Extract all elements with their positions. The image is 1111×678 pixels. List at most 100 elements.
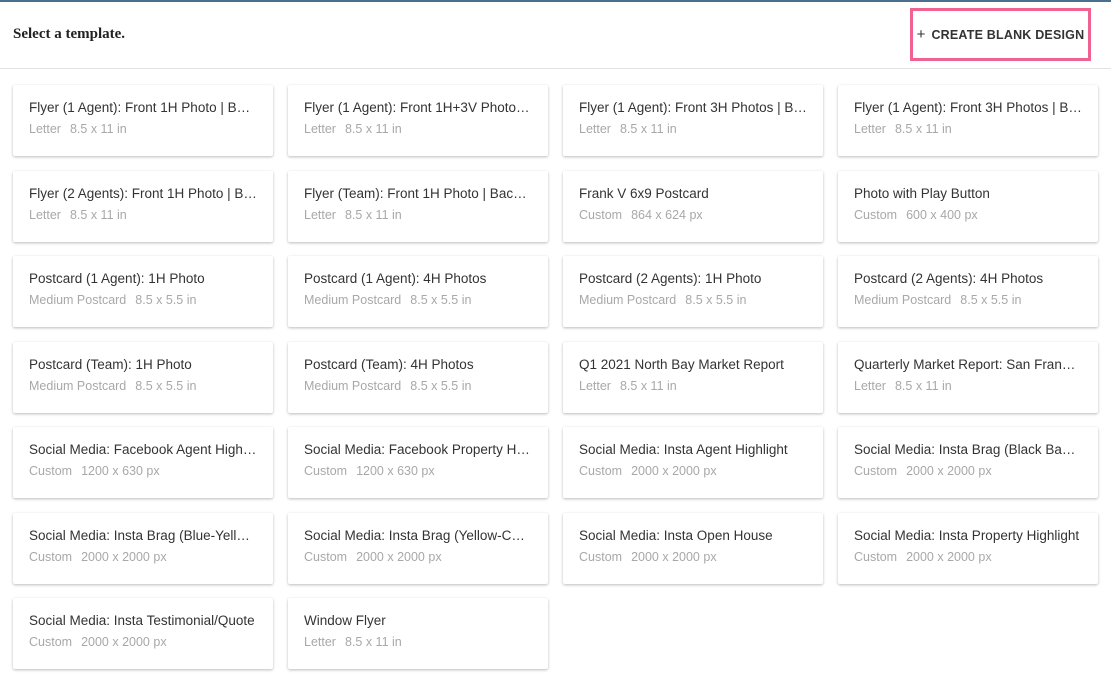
template-card[interactable]: Window Flyer Letter 8.5 x 11 in [288,598,548,669]
template-meta: Letter 8.5 x 11 in [304,635,532,650]
page-header: Select a template. + CREATE BLANK DESIGN [0,2,1111,69]
template-meta: Medium Postcard 8.5 x 5.5 in [304,293,532,308]
template-meta: Medium Postcard 8.5 x 5.5 in [304,379,532,394]
template-type: Custom [29,549,73,564]
template-card[interactable]: Social Media: Insta Open House Custom 2000… [563,512,823,584]
template-meta: Medium Postcard 8.5 x 5.5 in [579,293,807,308]
template-size: 2000 x 2000 px [631,549,717,564]
template-card[interactable]: Flyer (1 Agent): Front 3H Photos | Back L… [563,85,823,156]
template-size: 8.5 x 11 in [344,207,402,222]
template-type: Letter [304,207,336,222]
template-meta: Medium Postcard 8.5 x 5.5 in [854,293,1082,308]
template-card[interactable]: Postcard (2 Agents): 1H Photo Medium Post… [563,256,823,327]
template-size: 8.5 x 11 in [69,122,127,136]
template-type: Custom [304,549,348,564]
template-title: Social Media: Insta Open House [579,527,773,543]
template-meta: Letter 8.5 x 11 in [579,122,807,137]
template-title: Social Media: Insta Brag (Black Backgrou… [854,442,1082,457]
template-title: Flyer (1 Agent): Front 1H+3V Photos | Ba… [304,100,532,115]
template-title: Flyer (Team): Front 1H Photo | Back 1H P… [304,185,532,201]
plus-icon: + [916,25,926,43]
template-card[interactable]: Postcard (Team): 4H Photos Medium Postcar… [288,341,548,413]
template-type: Custom [579,464,623,478]
template-meta: Letter 8.5 x 11 in [854,379,1082,394]
template-meta: Medium Postcard 8.5 x 5.5 in [29,293,257,308]
template-title: Postcard (1 Agent): 1H Photo [29,271,205,286]
template-title: Flyer (2 Agents): Front 1H Photo | Back [29,185,257,201]
template-card[interactable]: Social Media: Facebook Agent Highlight Cu… [13,427,273,498]
template-card[interactable]: Social Media: Insta Testimonial/Quote Cus… [13,598,273,669]
create-blank-design-button[interactable]: + CREATE BLANK DESIGN [910,8,1091,61]
template-title: Social Media: Facebook Agent Highlight [29,442,257,457]
template-type: Letter [29,122,61,136]
template-card[interactable]: Flyer (1 Agent): Front 3H Photos | Back … [838,85,1098,156]
template-meta: Letter 8.5 x 11 in [304,122,532,137]
create-blank-design-label: CREATE BLANK DESIGN [931,27,1085,42]
template-meta: Custom 2000 x 2000 px [29,635,257,650]
template-meta: Letter 8.5 x 11 in [29,122,257,137]
template-size: 2000 x 2000 px [906,549,992,564]
template-size: 2000 x 2000 px [356,549,442,564]
template-type: Medium Postcard [579,293,677,307]
template-card[interactable]: Social Media: Insta Brag (Blue-Yellow) Cu… [13,512,273,584]
template-size: 8.5 x 5.5 in [410,293,472,307]
template-card[interactable]: Flyer (2 Agents): Front 1H Photo | Back L… [13,170,273,242]
template-title: Q1 2021 North Bay Market Report [579,356,784,372]
template-size: 8.5 x 5.5 in [960,293,1022,307]
template-type: Custom [854,207,898,222]
template-type: Letter [29,207,61,222]
template-size: 8.5 x 11 in [344,122,402,136]
template-card[interactable]: Postcard (2 Agents): 4H Photos Medium Pos… [838,256,1098,327]
template-title: Postcard (Team): 4H Photos [304,356,474,372]
template-title: Flyer (1 Agent): Front 3H Photos | Back [579,100,807,115]
template-size: 2000 x 2000 px [631,464,717,478]
template-card[interactable]: Photo with Play Button Custom 600 x 400 px [838,170,1098,242]
template-size: 864 x 624 px [631,207,703,222]
template-card[interactable]: Social Media: Insta Agent Highlight Custo… [563,427,823,498]
template-meta: Custom 2000 x 2000 px [29,550,257,565]
template-meta: Custom 864 x 624 px [579,208,807,223]
template-meta: Letter 8.5 x 11 in [854,122,1082,137]
template-meta: Custom 1200 x 630 px [304,464,532,479]
template-type: Letter [854,378,886,393]
template-grid: Flyer (1 Agent): Front 1H Photo | Back 1… [13,85,1098,669]
template-meta: Custom 600 x 400 px [854,208,1082,223]
template-card[interactable]: Social Media: Insta Brag (Black Backgrou… [838,427,1098,498]
template-meta: Letter 8.5 x 11 in [304,208,532,223]
template-meta: Custom 2000 x 2000 px [854,550,1082,565]
template-card[interactable]: Social Media: Facebook Property Highligh… [288,427,548,498]
template-card[interactable]: Flyer (Team): Front 1H Photo | Back 1H P… [288,170,548,242]
template-meta: Custom 2000 x 2000 px [579,464,807,479]
template-meta: Custom 1200 x 630 px [29,464,257,479]
template-type: Letter [304,122,336,136]
template-card[interactable]: Quarterly Market Report: San Francisco Le… [838,341,1098,413]
template-size: 8.5 x 5.5 in [135,378,197,393]
template-type: Custom [304,464,348,478]
template-card[interactable]: Postcard (1 Agent): 1H Photo Medium Postc… [13,256,273,327]
template-card[interactable]: Social Media: Insta Property Highlight Cu… [838,512,1098,584]
template-type: Custom [29,464,73,478]
template-title: Social Media: Insta Brag (Blue-Yellow) [29,527,257,543]
template-card[interactable]: Social Media: Insta Brag (Yellow-Coral) C… [288,512,548,584]
template-card[interactable]: Q1 2021 North Bay Market Report Letter 8.5… [563,341,823,413]
template-card[interactable]: Flyer (1 Agent): Front 1H+3V Photos | Ba… [288,85,548,156]
template-card[interactable]: Flyer (1 Agent): Front 1H Photo | Back 1… [13,85,273,156]
page-title: Select a template. [13,26,126,42]
template-type: Medium Postcard [854,293,952,307]
template-size: 8.5 x 11 in [69,207,127,222]
template-size: 8.5 x 11 in [619,378,677,393]
template-meta: Letter 8.5 x 11 in [29,208,257,223]
template-size: 8.5 x 11 in [894,378,952,393]
template-card[interactable]: Frank V 6x9 Postcard Custom 864 x 624 px [563,170,823,242]
template-meta: Custom 2000 x 2000 px [579,550,807,565]
template-title: Social Media: Facebook Property Highligh… [304,442,532,457]
template-size: 8.5 x 11 in [619,122,677,136]
template-card[interactable]: Postcard (Team): 1H Photo Medium Postcard… [13,341,273,413]
template-title: Frank V 6x9 Postcard [579,185,709,201]
template-card[interactable]: Postcard (1 Agent): 4H Photos Medium Post… [288,256,548,327]
template-size: 2000 x 2000 px [81,635,167,649]
template-title: Postcard (Team): 1H Photo [29,356,192,372]
template-type: Medium Postcard [29,293,127,307]
template-type: Letter [854,122,886,136]
template-title: Postcard (2 Agents): 4H Photos [854,271,1044,286]
